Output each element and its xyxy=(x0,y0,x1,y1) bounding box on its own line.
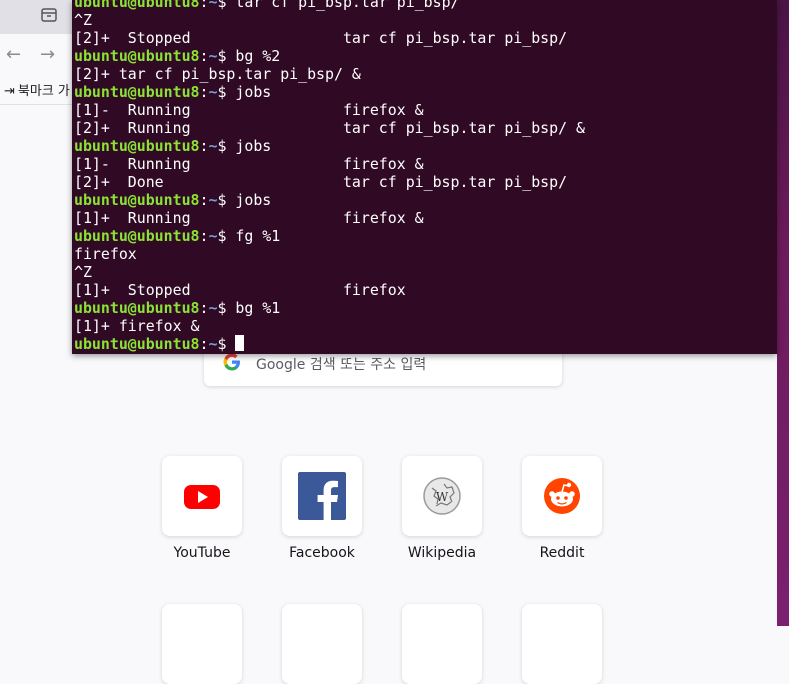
prompt-symbol: $ xyxy=(217,83,236,101)
terminal-command: tar cf pi_bsp.tar pi_bsp/ xyxy=(235,0,460,11)
google-icon xyxy=(223,353,240,371)
terminal-output: ubuntu@ubuntu8:~$ tar cf pi_bsp.tar pi_b… xyxy=(74,0,585,353)
svg-text:W: W xyxy=(436,490,449,504)
wikipedia-icon: W xyxy=(423,477,461,515)
youtube-icon xyxy=(184,485,220,509)
terminal-output-line: ^Z xyxy=(74,11,585,29)
terminal-output-line: [2]+ Done tar cf pi_bsp.tar pi_bsp/ xyxy=(74,173,585,191)
terminal-prompt-line: ubuntu@ubuntu8:~$ jobs xyxy=(74,191,585,209)
terminal-output-line: [1]+ firefox & xyxy=(74,317,585,335)
bookmarks-import-item[interactable]: ⇥ 북마크 가 xyxy=(4,80,70,99)
terminal-output-line: [2]+ Running tar cf pi_bsp.tar pi_bsp/ & xyxy=(74,119,585,137)
terminal-command: jobs xyxy=(235,191,272,209)
shortcut-label: YouTube xyxy=(173,545,231,561)
terminal-text: [1]+ firefox & xyxy=(74,317,200,335)
shortcut-facebook[interactable]: Facebook xyxy=(282,456,362,561)
prompt-user: ubuntu@ubuntu8 xyxy=(74,191,200,209)
back-arrow-icon[interactable]: ← xyxy=(6,44,21,65)
shortcut-label: Reddit xyxy=(539,545,585,561)
terminal-text: [2]+ tar cf pi_bsp.tar pi_bsp/ & xyxy=(74,65,361,83)
terminal-output-line: [1]- Running firefox & xyxy=(74,101,585,119)
import-icon: ⇥ xyxy=(4,84,15,99)
prompt-symbol: $ xyxy=(217,335,236,353)
prompt-user: ubuntu@ubuntu8 xyxy=(74,299,200,317)
terminal-text: ^Z xyxy=(74,263,92,281)
shortcut-label: Wikipedia xyxy=(407,545,477,561)
prompt-user: ubuntu@ubuntu8 xyxy=(74,0,200,11)
prompt-symbol: $ xyxy=(217,299,236,317)
shortcut-tile[interactable] xyxy=(522,456,602,536)
shortcut-tile[interactable] xyxy=(162,604,242,684)
prompt-symbol: $ xyxy=(217,191,236,209)
shortcut-tile[interactable]: W xyxy=(402,456,482,536)
terminal-output-line: [2]+ tar cf pi_bsp.tar pi_bsp/ & xyxy=(74,65,585,83)
prompt-user: ubuntu@ubuntu8 xyxy=(74,47,200,65)
terminal-prompt-line: ubuntu@ubuntu8:~$ jobs xyxy=(74,137,585,155)
terminal-command: jobs xyxy=(235,83,272,101)
prompt-symbol: $ xyxy=(217,47,236,65)
terminal-cursor xyxy=(235,335,245,351)
prompt-user: ubuntu@ubuntu8 xyxy=(74,137,200,155)
search-placeholder: Google 검색 또는 주소 입력 xyxy=(256,357,427,373)
terminal-prompt-line: ubuntu@ubuntu8:~$ fg %1 xyxy=(74,227,585,245)
facebook-icon xyxy=(298,472,346,520)
terminal-text: [1]- Running firefox & xyxy=(74,155,424,173)
prompt-symbol: $ xyxy=(217,137,236,155)
shortcut-tile-row2[interactable] xyxy=(402,604,482,684)
terminal-command: bg %1 xyxy=(235,299,281,317)
terminal-prompt-line: ubuntu@ubuntu8:~$ xyxy=(74,335,585,353)
reddit-icon xyxy=(544,478,580,514)
prompt-symbol: $ xyxy=(217,227,236,245)
prompt-user: ubuntu@ubuntu8 xyxy=(74,83,200,101)
shortcut-reddit[interactable]: Reddit xyxy=(522,456,602,561)
terminal-output-line: [1]- Running firefox & xyxy=(74,155,585,173)
terminal-text: [1]+ Stopped firefox xyxy=(74,281,406,299)
terminal-prompt-line: ubuntu@ubuntu8:~$ bg %2 xyxy=(74,47,585,65)
shortcut-tile[interactable] xyxy=(522,604,602,684)
forward-arrow-icon[interactable]: → xyxy=(40,44,55,65)
prompt-user: ubuntu@ubuntu8 xyxy=(74,227,200,245)
terminal-command: bg %2 xyxy=(235,47,281,65)
terminal-prompt-line: ubuntu@ubuntu8:~$ jobs xyxy=(74,83,585,101)
terminal-output-line: [1]+ Running firefox & xyxy=(74,209,585,227)
terminal-output-line: firefox xyxy=(74,245,585,263)
terminal-command: jobs xyxy=(235,137,272,155)
terminal-text: [1]+ Running firefox & xyxy=(74,209,424,227)
shortcut-tile-row2[interactable] xyxy=(162,604,242,684)
shortcut-tile-row2[interactable] xyxy=(522,604,602,684)
shortcut-tile[interactable] xyxy=(402,604,482,684)
terminal-text: ^Z xyxy=(74,11,92,29)
terminal-text: firefox xyxy=(74,245,137,263)
terminal-output-line: [1]+ Stopped firefox xyxy=(74,281,585,299)
prompt-symbol: $ xyxy=(217,0,236,11)
terminal-prompt-line: ubuntu@ubuntu8:~$ bg %1 xyxy=(74,299,585,317)
desktop-background xyxy=(777,0,789,626)
terminal-window[interactable]: ubuntu@ubuntu8:~$ tar cf pi_bsp.tar pi_b… xyxy=(72,0,777,354)
shortcut-youtube[interactable]: YouTube xyxy=(162,456,242,561)
terminal-text: [2]+ Running tar cf pi_bsp.tar pi_bsp/ & xyxy=(74,119,586,137)
terminal-command: fg %1 xyxy=(235,227,281,245)
shortcut-tile[interactable] xyxy=(282,456,362,536)
terminal-text: [1]- Running firefox & xyxy=(74,101,424,119)
terminal-output-line: ^Z xyxy=(74,263,585,281)
terminal-prompt-line: ubuntu@ubuntu8:~$ tar cf pi_bsp.tar pi_b… xyxy=(74,0,585,11)
shortcut-tile-row2[interactable] xyxy=(282,604,362,684)
shortcut-tile[interactable] xyxy=(162,456,242,536)
terminal-text: [2]+ Stopped tar cf pi_bsp.tar pi_bsp/ xyxy=(74,29,568,47)
shortcut-label: Facebook xyxy=(289,545,355,561)
shortcut-wikipedia[interactable]: W Wikipedia xyxy=(402,456,482,561)
terminal-output-line: [2]+ Stopped tar cf pi_bsp.tar pi_bsp/ xyxy=(74,29,585,47)
prompt-user: ubuntu@ubuntu8 xyxy=(74,335,200,353)
shortcut-tile[interactable] xyxy=(282,604,362,684)
bookmark-label: 북마크 가 xyxy=(17,84,70,99)
tab-list-icon[interactable] xyxy=(40,6,58,24)
terminal-text: [2]+ Done tar cf pi_bsp.tar pi_bsp/ xyxy=(74,173,568,191)
